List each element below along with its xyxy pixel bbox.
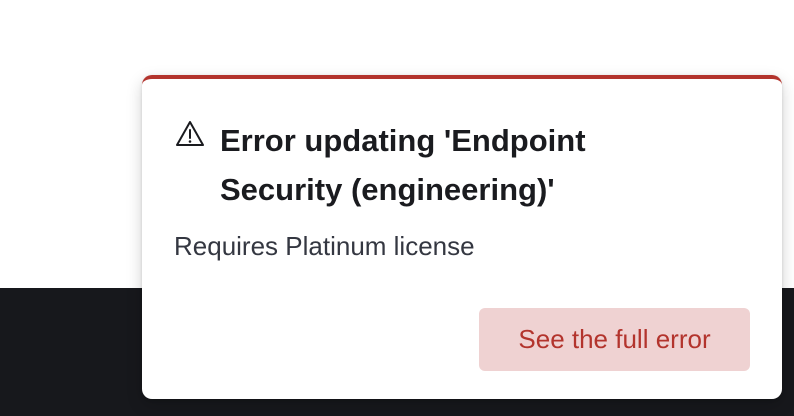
toast-message: Requires Platinum license [174, 231, 475, 261]
toast-title: Error updating 'Endpoint Security (engin… [220, 123, 586, 207]
error-toast: Error updating 'Endpoint Security (engin… [142, 75, 782, 399]
warning-icon [174, 118, 206, 150]
see-full-error-button[interactable]: See the full error [479, 308, 750, 371]
toast-header: Error updating 'Endpoint Security (engin… [174, 116, 734, 214]
